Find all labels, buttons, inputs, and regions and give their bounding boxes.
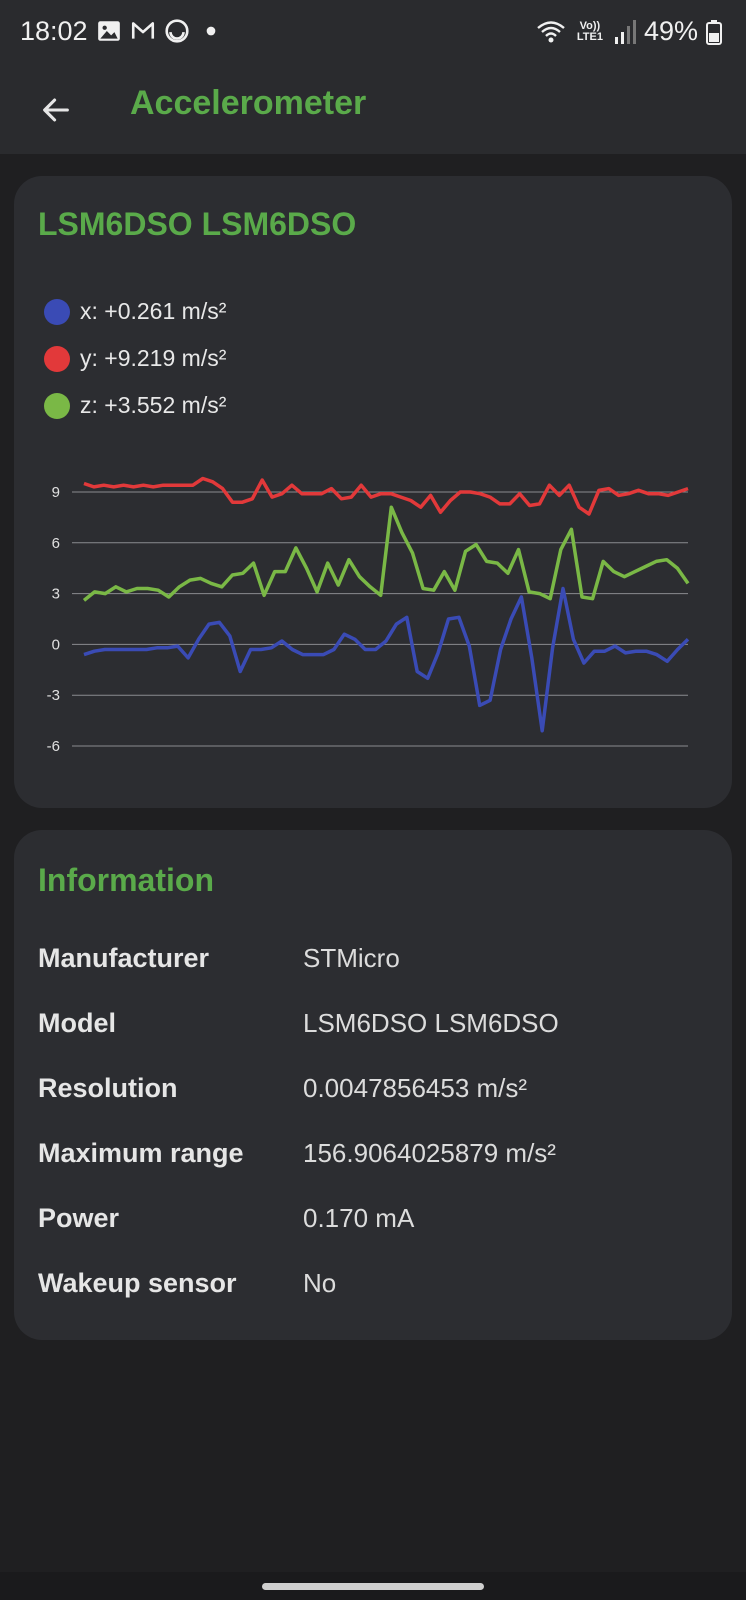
info-row-manufacturer: Manufacturer STMicro xyxy=(38,926,718,991)
home-handle[interactable] xyxy=(262,1583,484,1590)
gmail-icon xyxy=(131,22,155,39)
info-value: 0.0047856453 m/s² xyxy=(303,1073,528,1103)
battery-percent: 49% xyxy=(643,16,698,46)
information-table: Manufacturer STMicro Model LSM6DSO LSM6D… xyxy=(38,926,718,1316)
status-bar: 18:02 Vo)) LTE1 49% xyxy=(0,0,746,66)
info-value: No xyxy=(303,1268,337,1298)
info-label: Resolution xyxy=(38,1073,178,1103)
info-value: 0.170 mA xyxy=(303,1203,415,1233)
legend-item-x: x: +0.261 m/s² xyxy=(44,288,226,335)
battery-icon xyxy=(706,19,722,45)
info-row-wakeup-sensor: Wakeup sensor No xyxy=(38,1251,718,1316)
back-button[interactable] xyxy=(28,82,84,138)
gallery-icon xyxy=(98,21,120,41)
legend-dot-y xyxy=(44,345,70,372)
info-label: Maximum range xyxy=(38,1138,244,1168)
info-row-power: Power 0.170 mA xyxy=(38,1186,718,1251)
sensor-card: LSM6DSO LSM6DSO x: +0.261 m/s² y: +9.219… xyxy=(14,176,732,808)
volte-icon: Vo)) LTE1 xyxy=(576,19,603,43)
sync-icon xyxy=(165,19,189,43)
info-label: Model xyxy=(38,1008,116,1038)
info-label: Power xyxy=(38,1203,120,1233)
info-value: 156.9064025879 m/s² xyxy=(303,1138,556,1168)
info-label: Wakeup sensor xyxy=(38,1268,237,1298)
sensor-title: LSM6DSO LSM6DSO xyxy=(38,206,357,242)
y-tick-label: -3 xyxy=(47,687,60,704)
legend-label-x: x: +0.261 m/s² xyxy=(80,298,227,324)
legend-item-y: y: +9.219 m/s² xyxy=(44,335,226,382)
dot-icon xyxy=(206,26,216,36)
notification-icons xyxy=(96,18,224,44)
series-line-z xyxy=(82,505,690,602)
legend-dot-z xyxy=(44,392,70,419)
info-value: STMicro xyxy=(303,943,400,973)
information-card: Information Manufacturer STMicro Model L… xyxy=(14,830,732,1340)
info-value: LSM6DSO LSM6DSO xyxy=(303,1008,559,1038)
wifi-icon xyxy=(537,20,565,42)
info-row-maximum-range: Maximum range 156.9064025879 m/s² xyxy=(38,1121,718,1186)
status-time: 18:02 xyxy=(20,16,88,46)
legend-dot-x xyxy=(44,298,70,325)
y-tick-label: -6 xyxy=(47,738,60,755)
legend-label-z: z: +3.552 m/s² xyxy=(80,392,227,418)
signal-icon xyxy=(614,19,636,44)
y-tick-label: 3 xyxy=(52,586,60,603)
accelerometer-chart: 9 6 3 0 -3 -6 xyxy=(47,476,690,755)
series-line-y xyxy=(83,476,689,516)
info-row-resolution: Resolution 0.0047856453 m/s² xyxy=(38,1056,718,1121)
info-label: Manufacturer xyxy=(38,943,210,973)
page-title: Accelerometer xyxy=(130,84,367,122)
series-line-x xyxy=(83,586,690,733)
system-status: Vo)) LTE1 49% xyxy=(536,16,722,47)
chart-legend: x: +0.261 m/s² y: +9.219 m/s² z: +3.552 … xyxy=(44,288,226,429)
info-row-model: Model LSM6DSO LSM6DSO xyxy=(38,991,718,1056)
app-bar: Accelerometer xyxy=(0,66,746,154)
legend-label-y: y: +9.219 m/s² xyxy=(80,345,227,371)
y-tick-label: 6 xyxy=(52,535,60,552)
arrow-left-icon xyxy=(43,98,69,122)
legend-item-z: z: +3.552 m/s² xyxy=(44,382,226,429)
information-title: Information xyxy=(38,862,214,898)
y-tick-label: 0 xyxy=(52,636,60,653)
y-tick-label: 9 xyxy=(52,484,60,501)
